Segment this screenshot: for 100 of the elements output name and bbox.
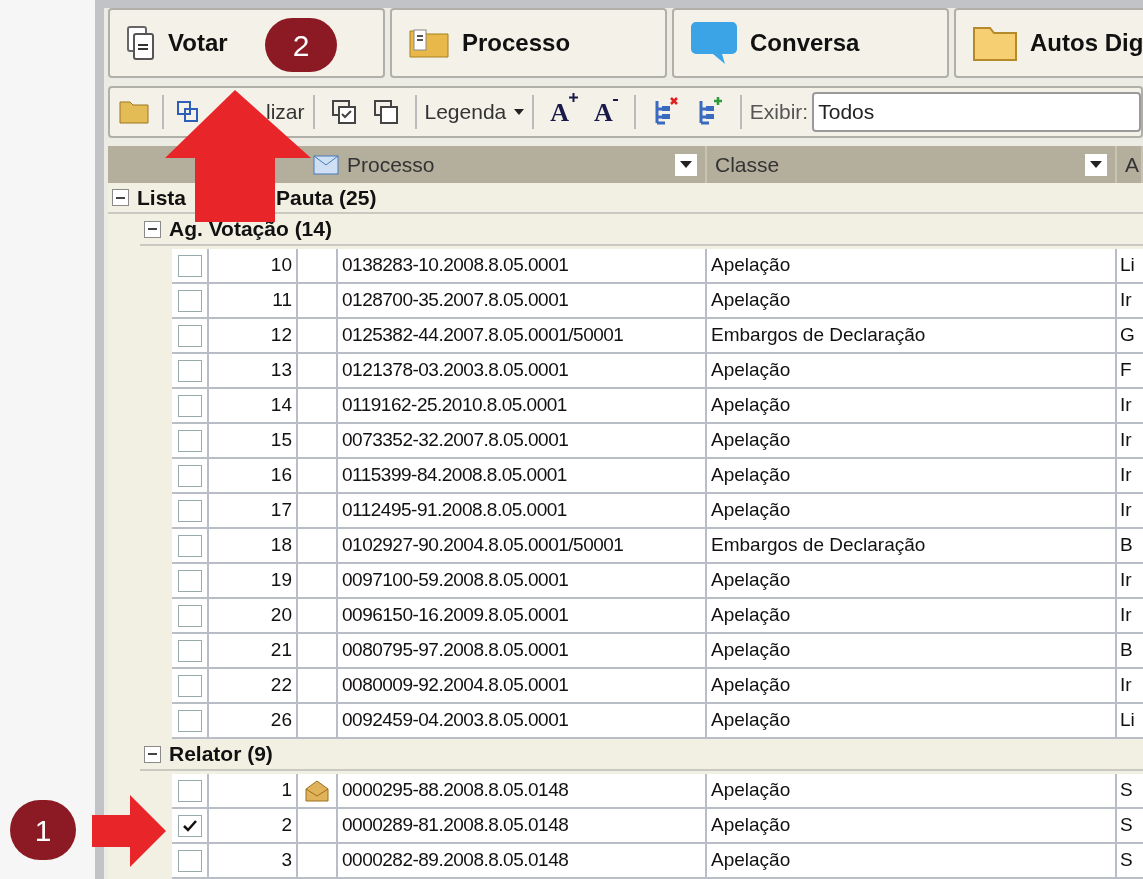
row-checkbox[interactable]: [177, 709, 202, 732]
column-header[interactable]: Classe: [715, 148, 780, 181]
class-cell-text: Apelação: [711, 428, 791, 453]
class-cell-text: Apelação: [711, 813, 791, 838]
row-checkbox[interactable]: [177, 569, 202, 592]
font-increase-button[interactable]: A: [550, 92, 579, 132]
row-number: 16: [270, 463, 292, 488]
row-checkbox[interactable]: [177, 324, 202, 347]
column-header[interactable]: Processo: [347, 148, 435, 181]
row-number: 14: [270, 393, 292, 418]
class-cell-text: Apelação: [711, 708, 791, 733]
table-cell-text: G: [1120, 323, 1135, 348]
show-label: Exibir:: [749, 99, 809, 126]
table-cell-text: Ir: [1120, 463, 1132, 488]
tab-button[interactable]: Autos Dig: [954, 8, 1143, 78]
row-number: 2: [281, 813, 292, 838]
process-number-cell-text: 0128700-35.2007.8.05.0001: [342, 288, 569, 313]
process-number-cell-text: 0125382-44.2007.8.05.0001/50001: [342, 323, 624, 348]
row-checkbox[interactable]: [177, 289, 202, 312]
table-cell-text: Ir: [1120, 498, 1132, 523]
process-number-cell-text: 0121378-03.2003.8.05.0001: [342, 358, 569, 383]
table-cell-text: Ir: [1120, 393, 1132, 418]
collapse-toggle[interactable]: [112, 189, 129, 206]
group-label: Pauta (25): [276, 184, 377, 211]
row-checkbox[interactable]: [177, 604, 202, 627]
folder-icon[interactable]: [118, 99, 150, 125]
table-cell-text: Ir: [1120, 428, 1132, 453]
process-number-cell-text: 0000282-89.2008.8.05.0148: [342, 848, 569, 873]
process-number-cell-text: 0096150-16.2009.8.05.0001: [342, 603, 569, 628]
legend-dropdown[interactable]: Legenda: [424, 96, 525, 128]
document-icon: [126, 25, 156, 61]
row-checkbox[interactable]: [177, 639, 202, 662]
row-number: 26: [270, 708, 292, 733]
checkmark-icon: [182, 819, 197, 832]
table-cell-text: B: [1120, 638, 1133, 663]
class-cell-text: Apelação: [711, 848, 791, 873]
table-cell-text: B: [1120, 533, 1133, 558]
table-cell-text: S: [1120, 848, 1133, 873]
tab-button[interactable]: Conversa: [672, 8, 949, 78]
class-cell-text: Embargos de Declaração: [711, 323, 926, 348]
class-cell-text: Apelação: [711, 288, 791, 313]
process-number-cell-text: 0097100-59.2008.8.05.0001: [342, 568, 569, 593]
row-number: 19: [270, 568, 292, 593]
row-number: 17: [270, 498, 292, 523]
process-number-cell-text: 0119162-25.2010.8.05.0001: [342, 393, 567, 418]
row-checkbox[interactable]: [177, 464, 202, 487]
column-filter-button[interactable]: [675, 153, 697, 176]
show-filter-field[interactable]: Todos: [812, 92, 1141, 132]
envelope-icon: [304, 778, 330, 803]
row-checkbox[interactable]: [177, 429, 202, 452]
row-checkbox[interactable]: [177, 254, 202, 277]
table-cell-text: Ir: [1120, 568, 1132, 593]
speech-bubble-icon: [690, 20, 738, 66]
class-cell-text: Apelação: [711, 778, 791, 803]
font-decrease-button[interactable]: A: [594, 92, 618, 132]
checked-window-icon[interactable]: [330, 99, 357, 125]
class-cell-text: Apelação: [711, 358, 791, 383]
process-number-cell-text: 0000289-81.2008.8.05.0148: [342, 813, 569, 838]
row-checkbox[interactable]: [177, 394, 202, 417]
row-checkbox[interactable]: [177, 359, 202, 382]
table-cell-text: Li: [1120, 708, 1135, 733]
row-checkbox[interactable]: [177, 814, 202, 837]
row-checkbox[interactable]: [177, 779, 202, 802]
row-number: 11: [272, 288, 292, 313]
row-checkbox[interactable]: [177, 674, 202, 697]
column-filter-button[interactable]: [1085, 153, 1107, 176]
class-cell-text: Apelação: [711, 253, 791, 278]
row-checkbox[interactable]: [177, 849, 202, 872]
class-cell-text: Apelação: [711, 463, 791, 488]
refresh-label[interactable]: lizar: [266, 96, 305, 128]
table-cell-text: F: [1120, 358, 1132, 383]
process-number-cell-text: 0073352-32.2007.8.05.0001: [342, 428, 569, 453]
class-cell-text: Apelação: [711, 673, 791, 698]
step-number-badge: 1: [10, 800, 76, 860]
table-cell-text: Ir: [1120, 603, 1132, 628]
windows-icon[interactable]: [372, 99, 399, 125]
tab-button[interactable]: Processo: [390, 8, 667, 78]
row-checkbox[interactable]: [177, 499, 202, 522]
collapse-toggle[interactable]: [144, 745, 161, 763]
process-number-cell-text: 0000295-88.2008.8.05.0148: [342, 778, 569, 803]
row-checkbox[interactable]: [177, 534, 202, 557]
plus-icon: [569, 92, 579, 102]
table-cell-text: S: [1120, 778, 1133, 803]
group-label: Relator (9): [169, 741, 273, 768]
row-number: 20: [270, 603, 292, 628]
collapse-toggle[interactable]: [144, 220, 161, 238]
group-label: Lista: [137, 184, 186, 211]
row-number: 12: [270, 323, 292, 348]
row-number: 10: [270, 253, 292, 278]
process-number-cell-text: 0112495-91.2008.8.05.0001: [342, 498, 567, 523]
process-number-cell-text: 0092459-04.2003.8.05.0001: [342, 708, 569, 733]
row-number: 15: [270, 428, 292, 453]
column-header[interactable]: A: [1125, 148, 1139, 181]
folder-icon: [972, 24, 1018, 62]
row-number: 1: [281, 778, 292, 803]
process-number-cell-text: 0080009-92.2004.8.05.0001: [342, 673, 569, 698]
folder-icon: [408, 27, 450, 59]
process-number-cell-text: 0102927-90.2004.8.05.0001/50001: [342, 533, 624, 558]
process-number-cell-text: 0138283-10.2008.8.05.0001: [342, 253, 569, 278]
class-cell-text: Apelação: [711, 603, 791, 628]
